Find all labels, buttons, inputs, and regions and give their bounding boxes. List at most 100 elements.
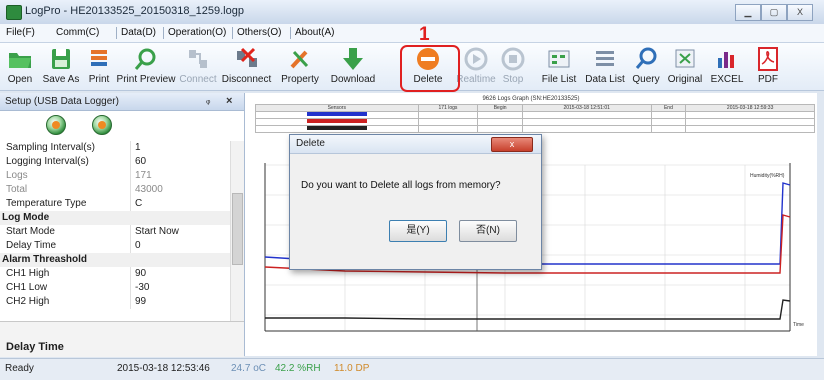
series-swatch [306, 126, 367, 130]
print-icon [91, 50, 107, 66]
menu-file[interactable]: File(F) [6, 27, 35, 38]
right-axis-label: Humidity(%RH) [750, 173, 785, 179]
property-value[interactable]: C [135, 198, 142, 209]
menu-data[interactable]: Data(D) [121, 27, 156, 38]
minimize-button[interactable]: ▁ [735, 4, 761, 21]
categorized-view-icon[interactable] [46, 115, 66, 135]
print-preview-icon [134, 48, 156, 70]
property-value[interactable]: Start Now [135, 226, 179, 237]
original-button[interactable]: Original [664, 46, 706, 88]
app-icon [6, 5, 22, 20]
property-name: Logging Interval(s) [6, 156, 89, 167]
alphabetical-view-icon[interactable] [92, 115, 112, 135]
data-list-button[interactable]: Data List [582, 46, 628, 88]
property-name: Log Mode [2, 212, 50, 223]
property-value[interactable]: -30 [135, 282, 149, 293]
scrollbar-thumb[interactable] [232, 193, 243, 265]
pdf-button[interactable]: PDF [750, 46, 786, 88]
realtime-icon [464, 47, 488, 71]
no-button[interactable]: 否(N) [459, 220, 517, 242]
delete-dialog: Delete x Do you want to Delete all logs … [289, 134, 542, 270]
property-row[interactable]: Delay Time 0 [0, 239, 230, 253]
pdf-icon [758, 47, 778, 71]
property-row[interactable]: Logging Interval(s) 60 [0, 155, 230, 169]
status-humidity: 42.2 %RH [275, 363, 321, 374]
property-row[interactable]: CH1 Low -30 [0, 281, 230, 295]
property-category[interactable]: Log Mode [0, 211, 230, 225]
property-value[interactable]: 1 [135, 142, 141, 153]
menu-comm[interactable]: Comm(C) [56, 27, 99, 38]
property-row[interactable]: Temperature Type C [0, 197, 230, 211]
save-as-button[interactable]: Save As [39, 46, 83, 88]
property-row[interactable]: Sampling Interval(s) 1 [0, 141, 230, 155]
connect-button[interactable]: Connect [178, 46, 218, 88]
property-row[interactable]: CH2 High 99 [0, 295, 230, 309]
property-value[interactable]: 171 [135, 170, 152, 181]
step-number-annotation: 1 [419, 24, 430, 45]
status-dewpoint: 11.0 DP [334, 363, 370, 374]
property-value[interactable]: 60 [135, 156, 146, 167]
yes-button[interactable]: 是(Y) [389, 220, 447, 242]
stop-icon [501, 47, 525, 71]
dialog-close-button[interactable]: x [491, 137, 533, 152]
table-header-cell: 171 logs [417, 104, 479, 112]
table-header-cell: Sensors [255, 104, 419, 112]
property-row[interactable]: Start Mode Start Now [0, 225, 230, 239]
property-name: Logs [6, 170, 28, 181]
property-value[interactable]: 0 [135, 240, 141, 251]
panel-close-icon[interactable]: × [226, 95, 232, 107]
original-icon [675, 49, 695, 68]
pin-icon[interactable]: ᵩ [206, 95, 210, 106]
menu-about[interactable]: About(A) [295, 27, 334, 38]
table-header-cell: Begin [477, 104, 523, 112]
property-value[interactable]: 99 [135, 296, 146, 307]
property-row[interactable]: Total 43000 [0, 183, 230, 197]
menu-others[interactable]: Others(O) [237, 27, 281, 38]
property-value[interactable]: 43000 [135, 184, 163, 195]
property-divider [130, 155, 131, 169]
property-row[interactable]: CH1 High 90 [0, 267, 230, 281]
excel-button[interactable]: EXCEL [707, 46, 747, 88]
property-row[interactable]: Logs 171 [0, 169, 230, 183]
dialog-title-bar: Delete x [290, 135, 541, 154]
panel-header: Setup (USB Data Logger) ᵩ × [0, 93, 244, 111]
series-swatch [306, 112, 367, 116]
title-bar: LogPro - HE20133525_20150318_1259.logp ▁… [0, 0, 824, 25]
menu-operation[interactable]: Operation(O) [168, 27, 226, 38]
download-button[interactable]: Download [326, 46, 380, 88]
maximize-button[interactable]: ▢ [761, 4, 787, 21]
property-category[interactable]: Alarm Threashold [0, 253, 230, 267]
property-name: Temperature Type [6, 198, 87, 209]
print-button[interactable]: Print [84, 46, 114, 88]
table-header-cell: 2015-03-18 12:59:33 [685, 104, 815, 112]
disconnect-icon [236, 47, 257, 67]
print-preview-button[interactable]: Print Preview [115, 46, 177, 88]
disconnect-button[interactable]: Disconnect [219, 46, 274, 88]
stop-button[interactable]: Stop [497, 46, 529, 88]
property-name: Start Mode [6, 226, 55, 237]
realtime-button[interactable]: Realtime [456, 46, 496, 88]
table-header-cell: End [650, 104, 687, 112]
close-button[interactable]: X [787, 4, 813, 21]
property-value[interactable]: 90 [135, 268, 146, 279]
file-list-button[interactable]: File List [537, 46, 581, 88]
data-list-icon [596, 51, 614, 66]
query-icon [635, 47, 657, 69]
delete-highlight-box [400, 45, 460, 92]
status-datetime: 2015-03-18 12:53:46 [117, 363, 210, 374]
property-button[interactable]: Property [275, 46, 325, 88]
query-button[interactable]: Query [629, 46, 663, 88]
setup-panel: Setup (USB Data Logger) ᵩ × Sampling Int… [0, 93, 245, 357]
property-divider [130, 197, 131, 211]
dialog-title: Delete [296, 138, 325, 149]
table-row [255, 118, 815, 126]
connect-icon [189, 50, 207, 68]
minimize-icon: ▁ [744, 7, 752, 17]
property-name: CH1 High [6, 268, 50, 279]
property-divider [130, 295, 131, 309]
open-button[interactable]: Open [2, 46, 38, 88]
table-row [255, 125, 815, 133]
menu-bar: File(F) Comm(C) Data(D) Operation(O) Oth… [0, 24, 824, 43]
log-summary-table: Sensors 171 logs Begin 2015-03-18 12:51:… [255, 104, 815, 133]
property-name: Alarm Threashold [2, 254, 88, 265]
